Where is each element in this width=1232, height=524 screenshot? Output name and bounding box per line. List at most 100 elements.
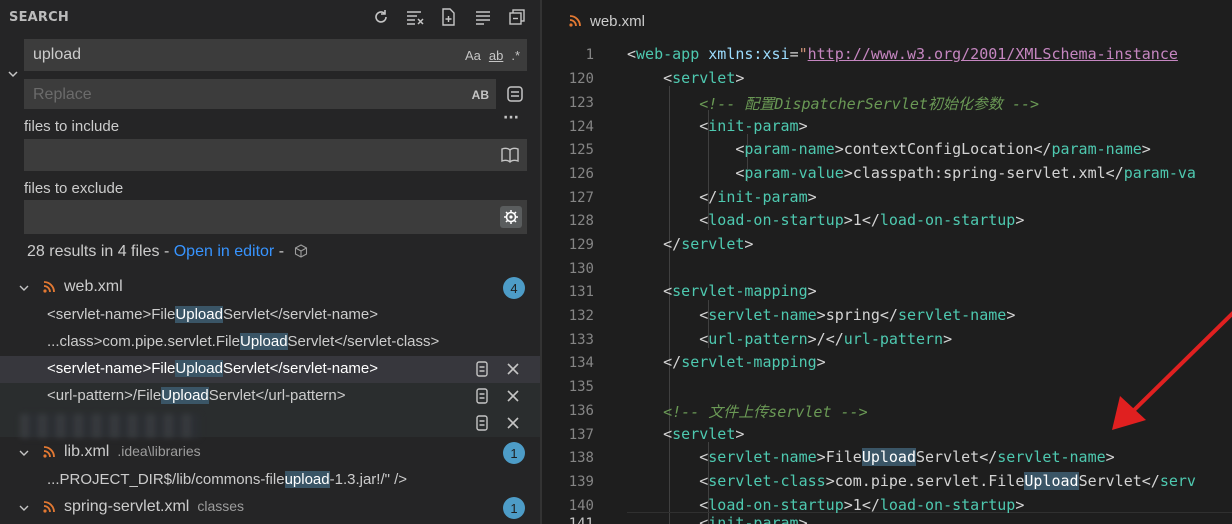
match-row-selected[interactable]: <servlet-name>FileUploadServlet</servlet… [0,356,540,383]
match-prefix: <servlet-name>File [47,360,176,377]
match-prefix: <url-pattern>/File [47,387,162,404]
code-line[interactable]: <servlet> [627,69,744,87]
code-line[interactable]: <param-value>classpath:spring-servlet.xm… [627,164,1196,182]
code-line[interactable]: <servlet-mapping> [627,282,817,300]
new-search-editor-icon[interactable] [438,6,460,28]
tab-title: web.xml [590,13,646,30]
search-sidebar: SEARCH Aa ab .* [0,0,540,524]
line-number: 128 [568,213,594,229]
dismiss-icon[interactable] [505,414,521,432]
line-number: 137 [568,427,594,443]
search-actions [370,6,528,30]
preserve-case-toggle[interactable]: AB [472,86,489,104]
rss-xml-icon [43,281,55,293]
match-row[interactable]: ...class>com.pipe.servlet.FileUploadServ… [0,329,540,356]
clear-results-icon[interactable] [404,6,426,28]
code-editor: web.xml 1 120 123 124 125 126 127 128 12… [542,0,1232,524]
file-row-lib-xml[interactable]: lib.xml .idea\libraries 1 [0,439,540,466]
file-row-spring-servlet-xml[interactable]: spring-servlet.xml classes 1 [0,494,540,521]
code-line[interactable]: <servlet-name>FileUploadServlet</servlet… [627,448,1115,466]
code-line[interactable]: <init-param> [627,117,807,135]
summary-separator: - [274,243,285,260]
file-path: classes [197,498,245,514]
code-line[interactable]: </servlet> [627,235,753,253]
line-number: 138 [568,450,594,466]
match-prefix: ...class>com.pipe.servlet.File [47,333,240,350]
refresh-icon[interactable] [370,6,392,28]
file-name: spring-servlet.xml [64,498,190,515]
code-line[interactable]: <servlet> [627,425,744,443]
code-line[interactable]: <web-app xmlns:xsi="http://www.w3.org/20… [627,45,1178,63]
file-name: lib.xml [64,443,110,460]
replace-icon[interactable] [474,414,490,432]
replace-input[interactable] [33,86,393,104]
match-count-badge: 1 [503,442,525,464]
code-line[interactable]: <!-- 文件上传servlet --> [627,401,868,422]
dismiss-icon[interactable] [505,360,521,378]
toggle-replace-chevron-icon[interactable] [6,66,20,80]
code-line[interactable]: <servlet-class>com.pipe.servlet.FileUplo… [627,472,1196,490]
file-row-web-xml[interactable]: web.xml 4 [0,274,540,301]
file-path: .idea\libraries [117,443,201,459]
open-in-editor-link[interactable]: Open in editor [174,243,275,260]
match-suffix: -1.3.jar!/" /> [329,471,408,488]
book-icon[interactable] [500,146,520,168]
line-number-current: 141 [568,516,594,524]
search-input[interactable] [33,46,393,64]
match-highlight: Upload [240,333,288,350]
match-count-badge: 1 [503,497,525,519]
match-row[interactable]: <url-pattern>/FileUploadServlet</url-pat… [0,383,540,410]
match-prefix: ...PROJECT_DIR$/lib/commons-file [47,471,285,488]
match-highlight: Upload [175,306,223,323]
match-row[interactable]: <servlet-name>FileUploadServlet</servlet… [0,302,540,329]
rss-xml-icon [43,501,55,513]
line-number: 129 [568,237,594,253]
match-highlight: upload [284,471,330,488]
replace-all-icon[interactable] [505,84,525,104]
chevron-down-icon [19,505,29,511]
match-suffix: Servlet</url-pattern> [208,387,346,404]
exclude-field [24,200,527,234]
line-number: 139 [568,474,594,490]
code-line-current[interactable]: <init-param> [627,514,807,524]
blurred-content [20,414,200,438]
code-line[interactable]: <!-- 配置DispatcherServlet初始化参数 --> [627,93,1039,114]
line-number: 132 [568,308,594,324]
replace-field: AB [24,79,496,109]
chevron-down-icon [19,285,29,291]
code-line[interactable]: <param-name>contextConfigLocation</param… [627,140,1150,158]
use-regex-toggle[interactable]: .* [511,46,520,64]
toggle-search-details-icon[interactable]: ··· [503,110,519,126]
line-number: 125 [568,142,594,158]
expand-all-icon[interactable] [506,6,528,28]
chevron-down-icon [19,450,29,456]
collapse-all-icon[interactable] [472,6,494,28]
line-number: 131 [568,284,594,300]
search-title: SEARCH [9,10,69,25]
include-input[interactable] [33,146,393,164]
line-number: 126 [568,166,594,182]
code-line[interactable]: <servlet-name>spring</servlet-name> [627,306,1015,324]
line-number: 136 [568,403,594,419]
match-highlight: Upload [175,360,223,377]
match-row[interactable]: ...PROJECT_DIR$/lib/commons-fileupload-1… [0,467,540,494]
code-line[interactable]: <load-on-startup>1</load-on-startup> [627,496,1024,514]
results-count: 28 results in 4 files - [27,243,174,260]
match-suffix: Servlet</servlet-name> [222,360,379,377]
code-line[interactable]: </init-param> [627,188,816,206]
line-number: 134 [568,355,594,371]
code-line[interactable]: <url-pattern>/</url-pattern> [627,330,952,348]
code-line[interactable]: </servlet-mapping> [627,353,826,371]
code-line[interactable]: <load-on-startup>1</load-on-startup> [627,211,1024,229]
gear-icon[interactable] [500,206,522,228]
dismiss-icon[interactable] [505,387,521,405]
exclude-input[interactable] [33,207,393,225]
match-case-toggle[interactable]: Aa [465,46,481,64]
rss-xml-icon [43,446,55,458]
replace-icon[interactable] [474,360,490,378]
match-whole-word-toggle[interactable]: ab [489,46,503,64]
line-number: 120 [568,71,594,87]
editor-tab[interactable]: web.xml [542,0,1232,40]
replace-icon[interactable] [474,387,490,405]
line-number: 124 [568,119,594,135]
